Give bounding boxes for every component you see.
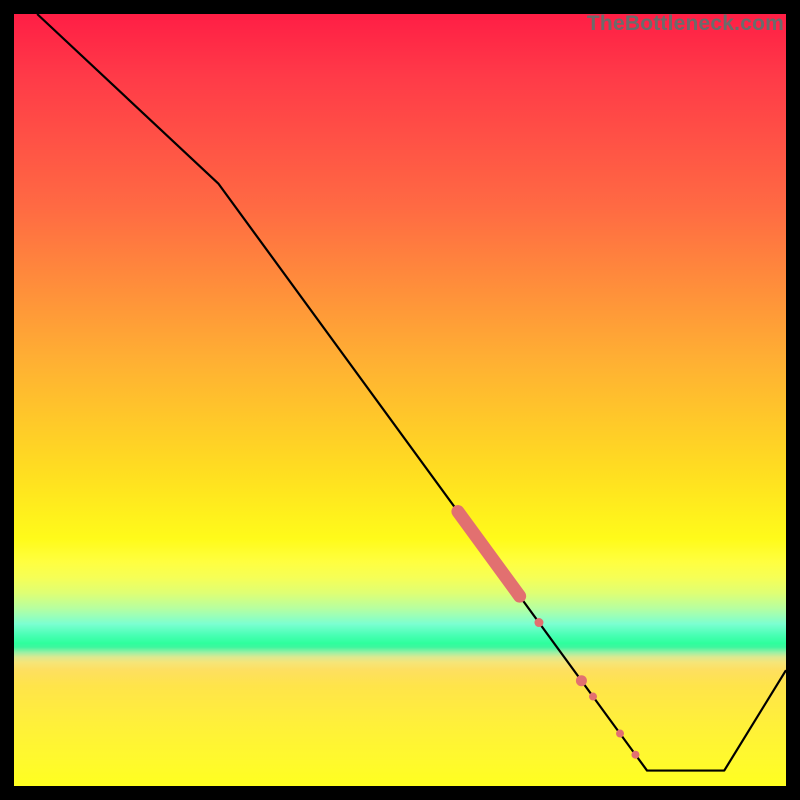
chart-highlight-dot bbox=[576, 675, 587, 686]
chart-overlay bbox=[14, 14, 786, 786]
chart-highlight-dot bbox=[631, 751, 639, 759]
chart-frame: TheBottleneck.com bbox=[14, 14, 786, 786]
chart-highlight-segment bbox=[458, 512, 520, 597]
chart-main-line bbox=[37, 14, 786, 771]
chart-highlight-dot bbox=[589, 693, 597, 701]
chart-highlight-dot bbox=[616, 730, 624, 738]
chart-highlight-dot bbox=[534, 618, 543, 627]
